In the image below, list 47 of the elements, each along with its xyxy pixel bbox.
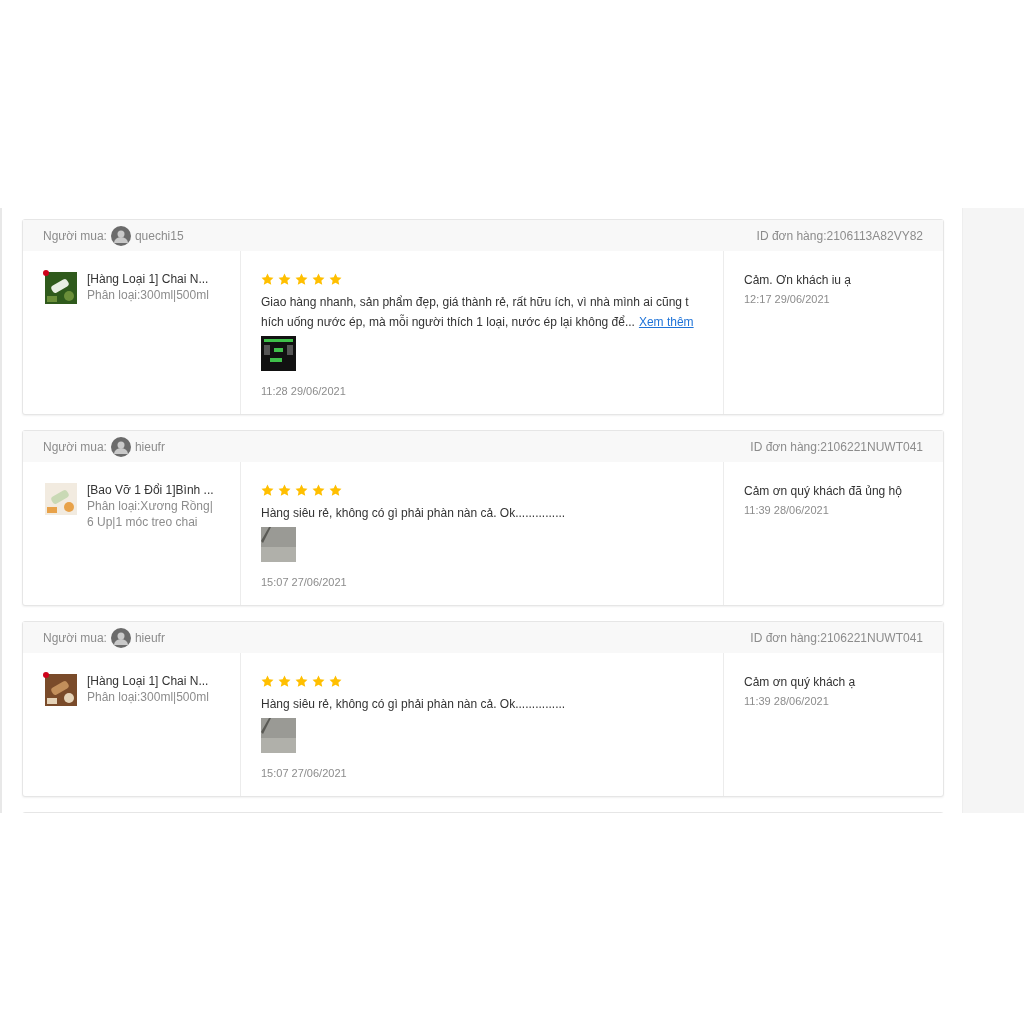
- star-icon: [329, 483, 342, 497]
- star-icon: [295, 272, 308, 286]
- order-id: ID đơn hàng:2106113A82VY82: [756, 228, 923, 243]
- review-text: Hàng siêu rẻ, không có gì phải phàn nàn cả. Ok...............: [261, 697, 566, 711]
- review-text: Hàng siêu rẻ, không có gì phải phàn nàn cả. Ok...............: [261, 506, 566, 520]
- review-time: 15:07 27/06/2021: [261, 576, 348, 588]
- avatar: [110, 627, 131, 648]
- product-variant: Phân loại:300ml|500ml: [87, 689, 210, 705]
- product-name[interactable]: [Hàng Loại 1] Chai N...: [87, 272, 217, 287]
- review-text: Giao hàng nhanh, sản phẩm đẹp, giá thành rẻ, rất hữu ích, vì nhà mình ai cũng t: [261, 295, 689, 309]
- seller-reply: Cảm ơn quý khách đã ủng hộ: [744, 484, 903, 498]
- order-id: ID đơn hàng:2106221NUWT041: [750, 630, 923, 645]
- buyer-name: hieufr: [134, 630, 165, 645]
- star-icon: [295, 483, 308, 497]
- buyer-name: hieufr: [134, 439, 165, 454]
- product-name[interactable]: [Hàng Loại 1] Chai N...: [87, 674, 217, 689]
- buyer-label: Người mua:: [43, 439, 107, 454]
- star-icon: [312, 483, 325, 497]
- avatar: [110, 225, 131, 246]
- star-icon: [329, 674, 342, 688]
- star-icon: [278, 674, 291, 688]
- buyer-name: quechi15: [134, 228, 184, 243]
- star-icon: [261, 272, 274, 286]
- star-icon: [278, 272, 291, 286]
- order-id: ID đơn hàng:2106221NUWT041: [750, 439, 923, 454]
- review-time: 15:07 27/06/2021: [261, 767, 348, 779]
- star-icon: [261, 674, 274, 688]
- star-icon: [278, 483, 291, 497]
- star-icon: [312, 272, 325, 286]
- buyer-label: Người mua:: [43, 630, 107, 645]
- seller-reply: Cảm. Ơn khách iu ạ: [744, 273, 852, 287]
- review-text: hích uống nước ép, mà mỗi người thích 1 loại, nước ép lại không để...: [261, 313, 635, 331]
- seller-reply: Cảm ơn quý khách ạ: [744, 675, 857, 689]
- product-name[interactable]: [Bao Vỡ 1 Đổi 1]Bình ...: [87, 483, 217, 498]
- reply-time: 12:17 29/06/2021: [744, 293, 831, 305]
- avatar: [110, 436, 131, 457]
- star-icon: [261, 483, 274, 497]
- see-more-link[interactable]: Xem thêm: [638, 315, 694, 329]
- buyer-label: Người mua:: [43, 228, 107, 243]
- product-variant: Phân loại:300ml|500ml: [87, 287, 210, 303]
- review-time: 11:28 29/06/2021: [261, 385, 347, 397]
- reply-time: 11:39 28/06/2021: [744, 695, 830, 707]
- reply-time: 11:39 28/06/2021: [744, 504, 830, 516]
- star-icon: [329, 272, 342, 286]
- product-variant: Phân loại:Xương Rồng|6 Up|1 móc treo chai: [87, 498, 214, 530]
- star-icon: [295, 674, 308, 688]
- star-icon: [312, 674, 325, 688]
